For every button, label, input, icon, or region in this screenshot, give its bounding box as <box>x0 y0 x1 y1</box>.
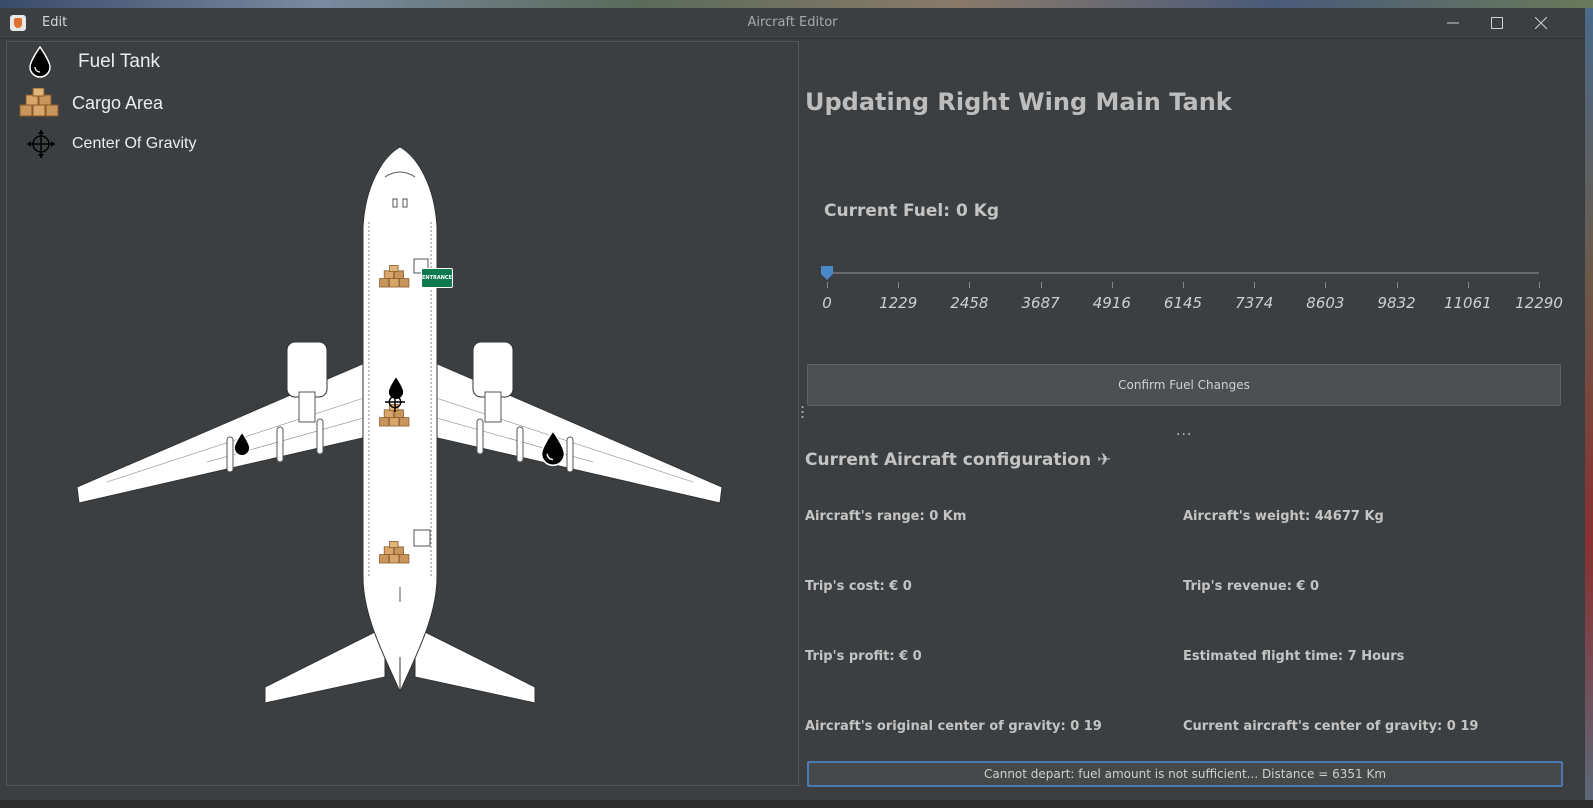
trip-cost: Trip's cost: € 0 <box>805 579 912 594</box>
current-center-of-gravity: Current aircraft's center of gravity: 0 … <box>1183 719 1479 734</box>
slider-tick <box>1539 282 1540 288</box>
slider-tick-label: 2458 <box>950 294 989 312</box>
slider-tick-label: 0 <box>822 294 832 312</box>
maximize-icon <box>1491 17 1503 29</box>
original-center-of-gravity: Aircraft's original center of gravity: 0… <box>805 719 1102 734</box>
minimize-icon <box>1447 22 1459 24</box>
split-divider[interactable] <box>798 41 799 784</box>
legend-cargo-area-label: Cargo Area <box>72 92 164 113</box>
crosshair-icon <box>27 130 55 158</box>
cargo-area-forward[interactable] <box>378 261 412 293</box>
fuel-tank-left-wing[interactable] <box>232 430 252 458</box>
slider-tick-label: 4916 <box>1092 294 1131 312</box>
slider-tick-label: 11061 <box>1443 294 1492 312</box>
aircraft-diagram-panel: Fuel Tank Cargo Area Center Of Gravity E… <box>6 41 799 786</box>
slider-tick-label: 12290 <box>1515 294 1563 312</box>
slider-tick-label: 1229 <box>879 294 918 312</box>
slider-thumb[interactable] <box>821 266 833 280</box>
slider-tick-label: 8603 <box>1306 294 1345 312</box>
fuel-tank-right-wing-selected[interactable] <box>538 427 568 469</box>
close-button[interactable] <box>1519 8 1563 38</box>
slider-tick <box>1254 282 1256 288</box>
slider-tick-label: 7374 <box>1235 294 1274 312</box>
desktop-background-top <box>0 0 1593 8</box>
slider-tick <box>1183 282 1184 288</box>
config-title: Current Aircraft configuration ✈ <box>805 450 1112 470</box>
slider-tick <box>1111 282 1113 288</box>
aircraft-weight: Aircraft's weight: 44677 Kg <box>1183 509 1384 524</box>
window-title: Aircraft Editor <box>747 15 838 30</box>
center-of-gravity-marker <box>385 392 405 412</box>
window-titlebar[interactable]: Edit Aircraft Editor <box>0 8 1585 39</box>
slider-tick <box>1040 282 1042 288</box>
fuel-drop-icon <box>29 46 51 78</box>
confirm-fuel-changes-button[interactable]: Confirm Fuel Changes <box>807 364 1561 406</box>
slider-tick <box>969 282 971 288</box>
trip-profit: Trip's profit: € 0 <box>805 649 922 664</box>
legend-cargo-area: Cargo Area <box>18 88 163 118</box>
slider-track[interactable] <box>827 272 1539 274</box>
current-fuel-label: Current Fuel: 0 Kg <box>824 201 1000 221</box>
entrance-sign: ENTRANCE <box>421 268 453 288</box>
slider-tick <box>1325 282 1327 288</box>
desktop-background-right <box>1585 8 1593 808</box>
slider-tick <box>1467 282 1469 288</box>
aircraft-top-view <box>76 147 723 704</box>
updating-title: Updating Right Wing Main Tank <box>805 88 1232 116</box>
aircraft-range: Aircraft's range: 0 Km <box>805 509 967 524</box>
slider-tick-label: 3687 <box>1021 294 1060 312</box>
trip-revenue: Trip's revenue: € 0 <box>1183 579 1320 594</box>
estimated-flight-time: Estimated flight time: 7 Hours <box>1183 649 1405 664</box>
legend-fuel-tank-label: Fuel Tank <box>78 51 161 72</box>
taskbar-edge <box>0 800 1593 808</box>
minimize-button[interactable] <box>1431 8 1475 38</box>
maximize-button[interactable] <box>1475 8 1519 38</box>
slider-tick <box>898 282 900 288</box>
legend-fuel-tank: Fuel Tank <box>27 46 160 78</box>
close-icon <box>1535 17 1547 29</box>
cargo-boxes-icon <box>19 88 59 117</box>
more-options[interactable]: ... <box>1176 423 1192 439</box>
editor-panel: Updating Right Wing Main Tank Current Fu… <box>800 41 1585 791</box>
slider-tick-label: 9832 <box>1377 294 1416 312</box>
slider-tick-label: 6145 <box>1163 294 1203 312</box>
cargo-area-aft[interactable] <box>378 537 412 569</box>
slider-tick <box>1396 282 1398 288</box>
slider-tick <box>827 282 828 288</box>
departure-status-field[interactable]: Cannot depart: fuel amount is not suffic… <box>807 761 1563 787</box>
